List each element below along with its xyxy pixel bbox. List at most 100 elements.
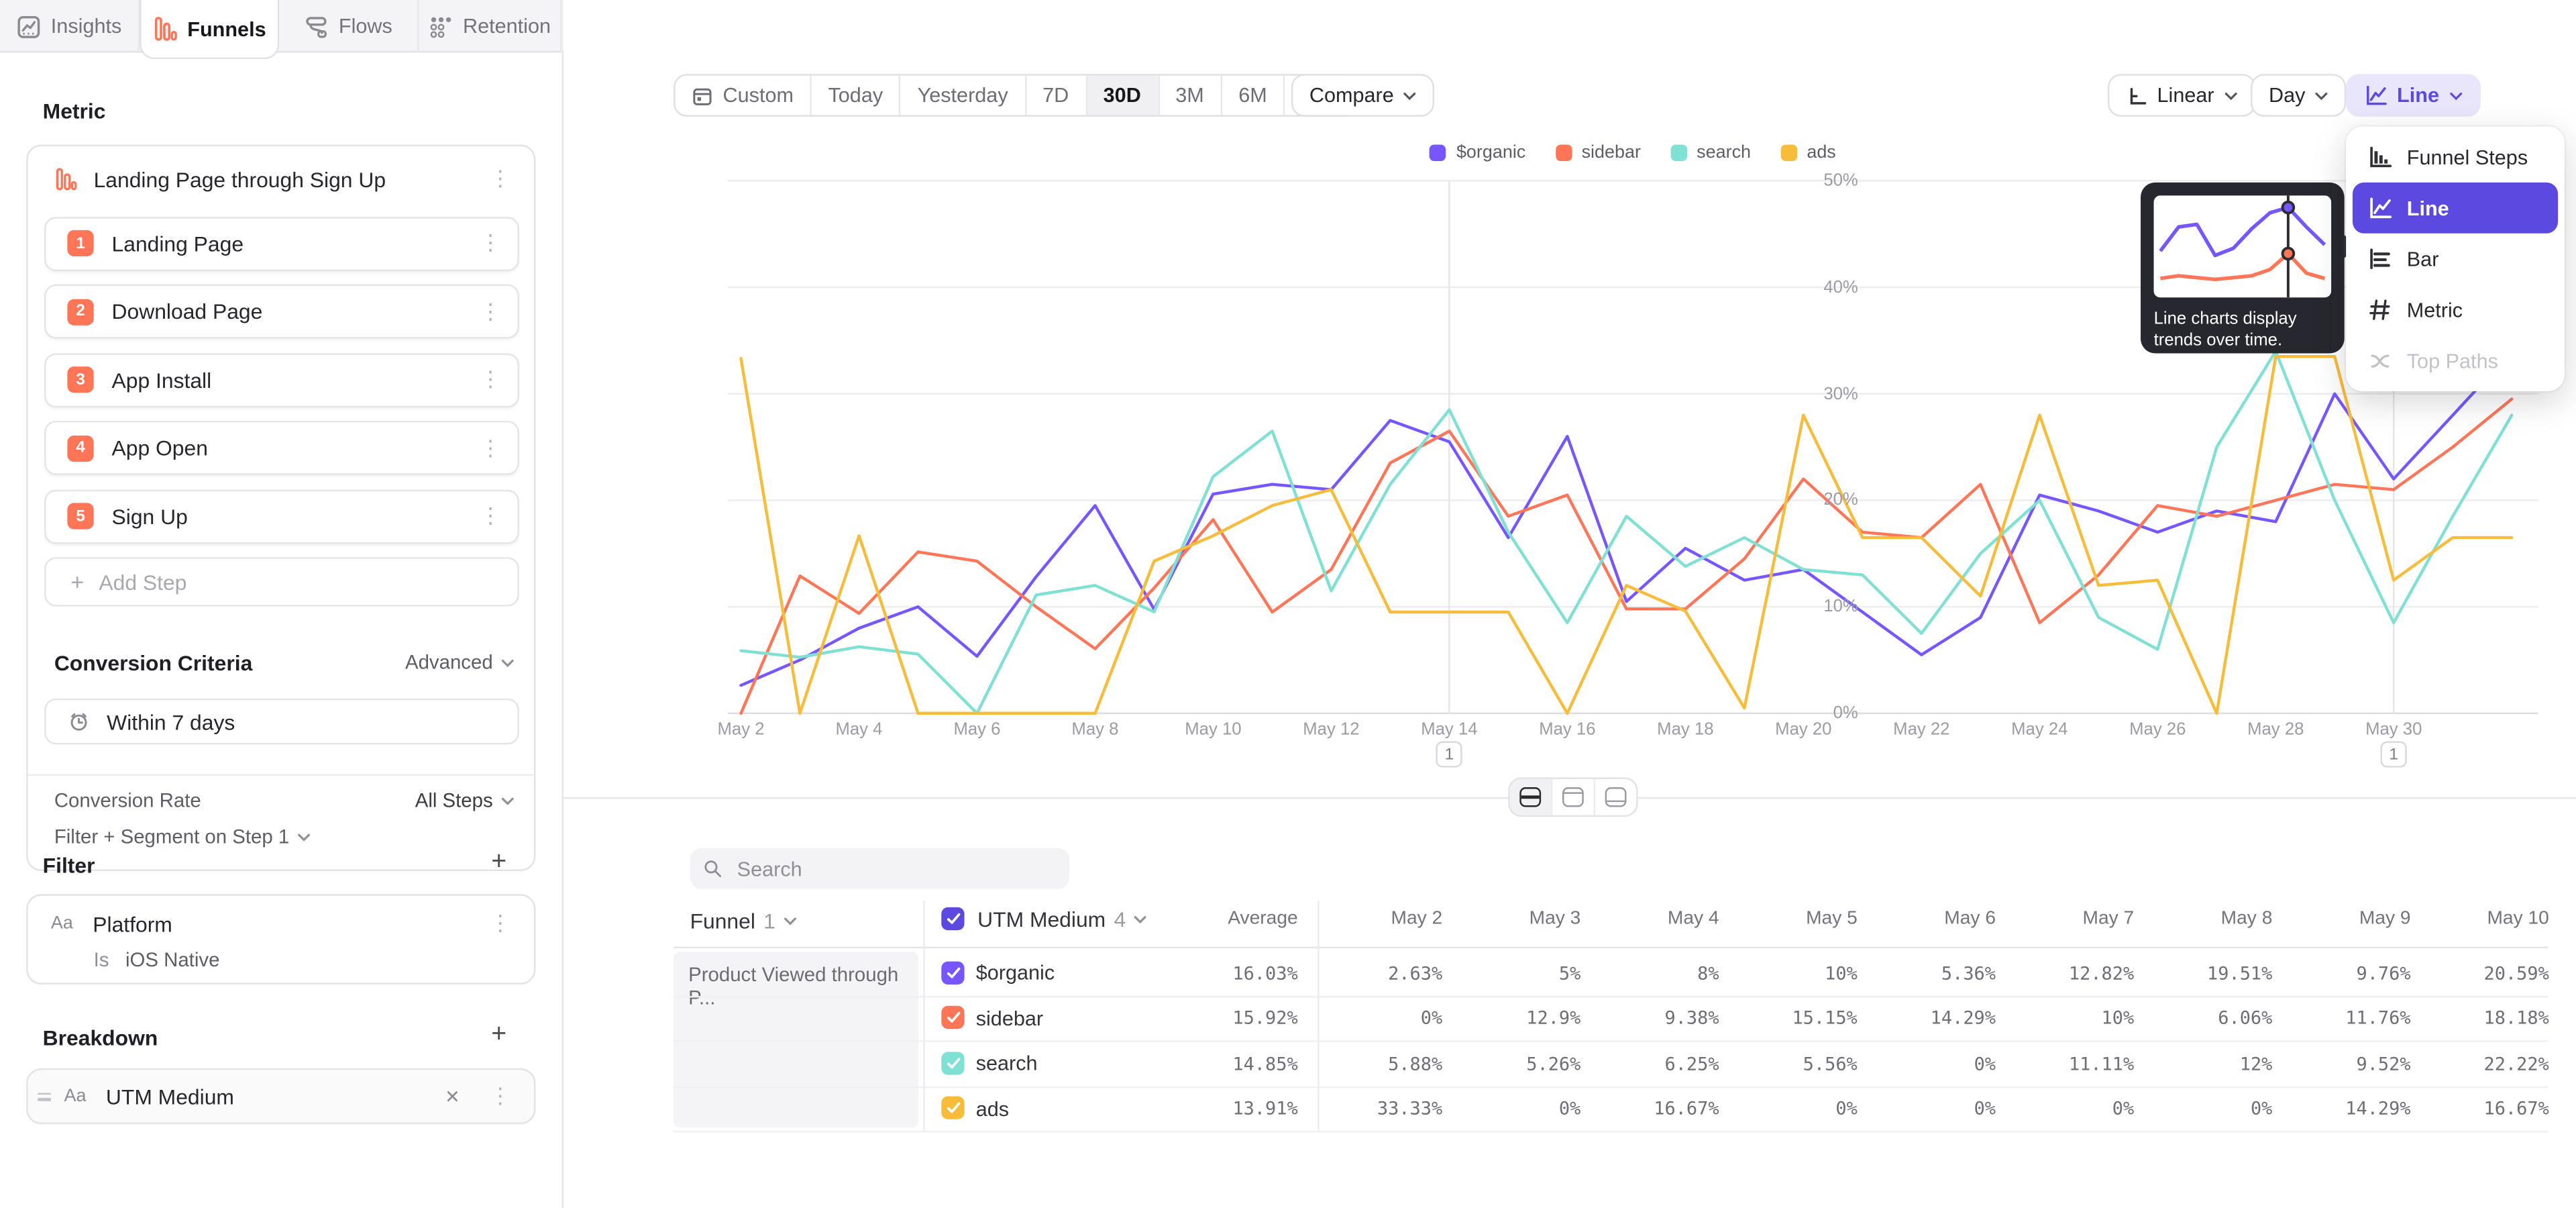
search-input[interactable] bbox=[734, 856, 1057, 882]
date-range-3m[interactable]: 3M bbox=[1159, 76, 1222, 115]
scale-dropdown[interactable]: Linear bbox=[2108, 74, 2255, 117]
series-checkbox[interactable] bbox=[941, 1051, 964, 1074]
date-range-custom[interactable]: Custom bbox=[676, 76, 812, 115]
funnel-step-row[interactable]: 1Landing Page⋮ bbox=[44, 216, 519, 270]
funnel-step-row[interactable]: 2Download Page⋮ bbox=[44, 285, 519, 339]
sidebar: Insights Funnels Flows Retention bbox=[0, 0, 564, 1208]
funnel-step-row[interactable]: 4App Open⋮ bbox=[44, 421, 519, 475]
step-menu-button[interactable]: ⋮ bbox=[464, 440, 518, 456]
step-menu-button[interactable]: ⋮ bbox=[464, 371, 518, 387]
x-axis-tick-label: May 4 bbox=[810, 720, 908, 740]
tab-funnels[interactable]: Funnels bbox=[140, 0, 279, 59]
table-cell: 16.67% bbox=[2418, 1098, 2549, 1119]
step-menu-button[interactable]: ⋮ bbox=[464, 235, 518, 251]
funnel-step-row[interactable]: 5Sign Up⋮ bbox=[44, 489, 519, 544]
remove-breakdown-icon[interactable]: ✕ bbox=[432, 1086, 474, 1107]
chevron-down-icon[interactable] bbox=[1134, 915, 1147, 923]
annotation-badge[interactable]: 1 bbox=[1436, 741, 1462, 767]
column-header[interactable]: May 9 bbox=[2279, 909, 2411, 928]
filter-menu-button[interactable]: ⋮ bbox=[473, 915, 527, 932]
table-cell: 6.06% bbox=[2141, 1007, 2272, 1029]
chevron-down-icon bbox=[501, 658, 515, 666]
filter-operator[interactable]: Is bbox=[94, 948, 109, 971]
retention-icon bbox=[429, 14, 453, 39]
x-axis-tick-label: May 8 bbox=[1046, 720, 1144, 740]
x-axis-tick-label: May 18 bbox=[1636, 720, 1735, 740]
add-filter-button[interactable]: + bbox=[491, 852, 506, 874]
layout-bottom-panel-button[interactable] bbox=[1595, 779, 1636, 815]
compare-button[interactable]: Compare bbox=[1291, 74, 1435, 117]
advanced-dropdown[interactable]: Advanced bbox=[405, 651, 493, 674]
column-header[interactable]: Average bbox=[1167, 909, 1298, 928]
table-cell: 0% bbox=[1311, 1007, 1442, 1029]
table-cell: 12.9% bbox=[1449, 1007, 1580, 1029]
step-number-badge: 3 bbox=[67, 366, 93, 393]
menu-item-funnel-steps[interactable]: Funnel Steps bbox=[2353, 132, 2558, 183]
tab-insights[interactable]: Insights bbox=[0, 0, 140, 52]
linear-scale-icon bbox=[2126, 85, 2147, 106]
column-header[interactable]: May 8 bbox=[2141, 909, 2272, 928]
column-header[interactable]: May 3 bbox=[1449, 909, 1580, 928]
layout-split-view-button[interactable] bbox=[1510, 779, 1553, 815]
annotation-badge[interactable]: 1 bbox=[2381, 741, 2407, 767]
menu-item-bar[interactable]: Bar bbox=[2353, 234, 2558, 285]
conversion-window-button[interactable]: Within 7 days bbox=[44, 699, 519, 745]
series-checkbox[interactable] bbox=[941, 960, 964, 983]
filter-segment-step1-dropdown[interactable]: Filter + Segment on Step 1 bbox=[54, 823, 515, 850]
funnel-menu-button[interactable]: ⋮ bbox=[473, 171, 527, 187]
table-cell: 6.25% bbox=[1588, 1053, 1719, 1074]
table-cell: 0% bbox=[1864, 1098, 1996, 1119]
chart-type-dropdown[interactable]: Line bbox=[2346, 74, 2480, 117]
plus-icon: + bbox=[70, 568, 84, 595]
calendar-icon bbox=[692, 85, 713, 106]
date-range-30d[interactable]: 30D bbox=[1087, 76, 1159, 115]
add-step-button[interactable]: + Add Step bbox=[44, 557, 519, 606]
conversion-rate-dropdown[interactable]: All Steps bbox=[415, 789, 493, 812]
table-cell: 0% bbox=[1726, 1098, 1858, 1119]
add-breakdown-button[interactable]: + bbox=[491, 1024, 506, 1047]
chevron-down-icon bbox=[2449, 91, 2463, 99]
funnel-step-row[interactable]: 3App Install⋮ bbox=[44, 352, 519, 407]
top-panel-icon bbox=[1562, 787, 1584, 807]
menu-item-line[interactable]: Line bbox=[2353, 183, 2558, 234]
y-axis-tick-label: 40% bbox=[1803, 277, 1858, 297]
breakdown-column-selector: UTM Medium 4 bbox=[941, 904, 1147, 934]
series-checkbox[interactable] bbox=[941, 1096, 964, 1119]
funnel-selector[interactable]: Funnel 1 bbox=[690, 907, 797, 934]
breakdown-menu-button[interactable]: ⋮ bbox=[473, 1088, 527, 1104]
layout-top-panel-button[interactable] bbox=[1552, 779, 1595, 815]
date-range-yesterday[interactable]: Yesterday bbox=[901, 76, 1026, 115]
conversion-criteria-title: Conversion Criteria bbox=[54, 650, 405, 675]
metric-section-title: Metric bbox=[43, 99, 106, 123]
chevron-down-icon bbox=[297, 832, 311, 840]
conversion-window-value: Within 7 days bbox=[107, 709, 235, 734]
column-header[interactable]: May 5 bbox=[1726, 909, 1858, 928]
menu-item-label: Top Paths bbox=[2407, 349, 2498, 372]
column-header[interactable]: May 6 bbox=[1864, 909, 1996, 928]
x-axis-tick-label: May 6 bbox=[928, 720, 1026, 740]
column-header[interactable]: May 7 bbox=[2002, 909, 2134, 928]
y-axis-tick-label: 20% bbox=[1803, 491, 1858, 510]
compare-label: Compare bbox=[1309, 84, 1394, 107]
menu-item-metric[interactable]: Metric bbox=[2353, 285, 2558, 336]
step-menu-button[interactable]: ⋮ bbox=[464, 508, 518, 524]
series-checkbox[interactable] bbox=[941, 1006, 964, 1029]
drag-handle-icon[interactable] bbox=[38, 1089, 51, 1103]
date-range-7d[interactable]: 7D bbox=[1026, 76, 1087, 115]
table-group-cell[interactable]: Product Viewed through P... bbox=[674, 952, 918, 1127]
tab-flows[interactable]: Flows bbox=[279, 0, 419, 52]
tab-retention[interactable]: Retention bbox=[419, 0, 561, 52]
filter-value[interactable]: iOS Native bbox=[125, 948, 219, 971]
series-name: search bbox=[976, 1052, 1038, 1074]
property-type-icon: Aa bbox=[64, 1087, 87, 1106]
date-range-today[interactable]: Today bbox=[812, 76, 901, 115]
row-divider bbox=[674, 1040, 2548, 1042]
column-header[interactable]: May 4 bbox=[1588, 909, 1719, 928]
step-menu-button[interactable]: ⋮ bbox=[464, 303, 518, 319]
bar-chart-icon bbox=[2367, 246, 2392, 271]
date-range-6m[interactable]: 6M bbox=[1222, 76, 1285, 115]
column-header[interactable]: May 10 bbox=[2418, 909, 2549, 928]
column-header[interactable]: May 2 bbox=[1311, 909, 1442, 928]
utm-medium-checkbox[interactable] bbox=[941, 907, 964, 930]
granularity-dropdown[interactable]: Day bbox=[2251, 74, 2347, 117]
